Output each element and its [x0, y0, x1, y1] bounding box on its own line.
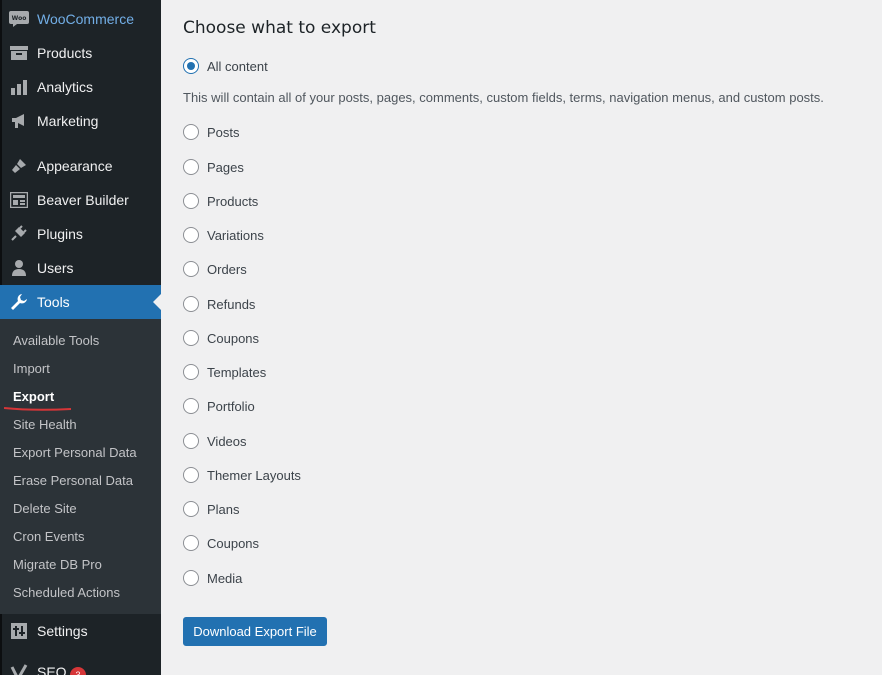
- red-underline-annotation: [4, 407, 71, 411]
- menu-label: SEO: [37, 664, 67, 675]
- radio-option-variations[interactable]: Variations: [183, 226, 264, 244]
- radio-button[interactable]: [183, 124, 199, 140]
- radio-button[interactable]: [183, 501, 199, 517]
- megaphone-icon: [9, 112, 29, 130]
- submenu-item-cron-events[interactable]: Cron Events: [13, 529, 85, 544]
- menu-label: Plugins: [37, 226, 83, 242]
- radio-option-posts[interactable]: Posts: [183, 123, 240, 141]
- menu-item-tools[interactable]: Tools: [0, 285, 161, 319]
- radio-option-media[interactable]: Media: [183, 569, 242, 587]
- radio-button[interactable]: [183, 398, 199, 414]
- radio-label: Plans: [207, 501, 240, 517]
- analytics-icon: [9, 78, 29, 96]
- submenu-item-export[interactable]: Export: [13, 389, 54, 404]
- user-icon: [9, 259, 29, 277]
- radio-button[interactable]: [183, 364, 199, 380]
- radio-label: Portfolio: [207, 398, 255, 414]
- radio-option-orders[interactable]: Orders: [183, 260, 247, 278]
- products-icon: [9, 44, 29, 62]
- radio-label: Orders: [207, 261, 247, 277]
- submenu-item-erase-personal-data[interactable]: Erase Personal Data: [13, 473, 133, 488]
- menu-item-marketing[interactable]: Marketing: [0, 104, 161, 138]
- menu-label: Appearance: [37, 158, 113, 174]
- menu-item-beaver-builder[interactable]: Beaver Builder: [0, 183, 161, 217]
- submenu-item-export-personal-data[interactable]: Export Personal Data: [13, 445, 137, 460]
- download-export-button[interactable]: Download Export File: [183, 617, 327, 646]
- admin-sidebar: Woo WooCommerce Products Analytics Marke…: [0, 0, 161, 675]
- submenu-item-scheduled-actions[interactable]: Scheduled Actions: [13, 585, 120, 600]
- radio-label: Templates: [207, 364, 267, 380]
- radio-label: Products: [207, 193, 259, 209]
- submenu-item-import[interactable]: Import: [13, 361, 50, 376]
- radio-option-themer-layouts[interactable]: Themer Layouts: [183, 466, 301, 484]
- menu-label: Products: [37, 45, 93, 61]
- main-content: Choose what to export All content This w…: [161, 0, 882, 675]
- radio-option-coupons[interactable]: Coupons: [183, 329, 259, 347]
- radio-button[interactable]: [183, 330, 199, 346]
- radio-button[interactable]: [183, 227, 199, 243]
- radio-label: Posts: [207, 124, 240, 140]
- menu-item-appearance[interactable]: Appearance: [0, 149, 161, 183]
- tools-submenu: Available Tools Import Export Site Healt…: [0, 319, 161, 614]
- radio-button[interactable]: [183, 433, 199, 449]
- menu-item-products[interactable]: Products: [0, 36, 161, 70]
- submenu-item-site-health[interactable]: Site Health: [13, 417, 77, 432]
- current-menu-arrow: [153, 294, 161, 310]
- submenu-item-available-tools[interactable]: Available Tools: [13, 333, 99, 348]
- menu-label: Marketing: [37, 113, 99, 129]
- radio-button[interactable]: [183, 570, 199, 586]
- radio-option-pages[interactable]: Pages: [183, 158, 244, 176]
- radio-label: Media: [207, 570, 243, 586]
- plug-icon: [9, 225, 29, 243]
- radio-label: Videos: [207, 433, 247, 449]
- radio-button[interactable]: [183, 467, 199, 483]
- radio-option-templates[interactable]: Templates: [183, 363, 266, 381]
- radio-button[interactable]: [183, 58, 199, 74]
- radio-label: Refunds: [207, 296, 256, 312]
- radio-option-products[interactable]: Products: [183, 192, 258, 210]
- woo-logo-text: Woo: [12, 15, 27, 22]
- page-title: Choose what to export: [183, 18, 376, 38]
- radio-label: Coupons: [207, 535, 260, 551]
- wrench-icon: [9, 293, 29, 311]
- woo-icon: Woo: [9, 10, 29, 28]
- radio-label: Themer Layouts: [207, 467, 301, 483]
- radio-option-all-content[interactable]: All content: [183, 57, 268, 75]
- menu-label: Analytics: [37, 79, 94, 95]
- menu-item-users[interactable]: Users: [0, 251, 161, 285]
- menu-item-analytics[interactable]: Analytics: [0, 70, 161, 104]
- radio-button[interactable]: [183, 261, 199, 277]
- radio-button[interactable]: [183, 535, 199, 551]
- radio-option-plans[interactable]: Plans: [183, 500, 240, 518]
- sliders-icon: [9, 622, 29, 640]
- seo-icon: [9, 663, 29, 675]
- radio-option-portfolio[interactable]: Portfolio: [183, 397, 255, 415]
- menu-label: Settings: [37, 623, 88, 639]
- radio-option-refunds[interactable]: Refunds: [183, 295, 255, 313]
- radio-button[interactable]: [183, 159, 199, 175]
- menu-item-plugins[interactable]: Plugins: [0, 217, 161, 251]
- menu-label: WooCommerce: [37, 11, 134, 27]
- menu-item-woocommerce[interactable]: Woo WooCommerce: [0, 2, 161, 36]
- menu-item-settings[interactable]: Settings: [0, 614, 161, 648]
- submenu-item-migrate-db-pro[interactable]: Migrate DB Pro: [13, 557, 102, 572]
- radio-label: Variations: [207, 227, 264, 243]
- radio-option-videos[interactable]: Videos: [183, 432, 247, 450]
- radio-button[interactable]: [183, 296, 199, 312]
- radio-label: Coupons: [207, 330, 260, 346]
- menu-label: Users: [37, 260, 74, 276]
- layout-icon: [9, 191, 29, 209]
- radio-option-coupons[interactable]: Coupons: [183, 534, 259, 552]
- radio-label: All content: [207, 58, 268, 74]
- menu-label: Tools: [37, 294, 70, 310]
- menu-label: Beaver Builder: [37, 192, 129, 208]
- all-content-description: This will contain all of your posts, pag…: [183, 90, 824, 105]
- paintbrush-icon: [9, 157, 29, 175]
- submenu-item-delete-site[interactable]: Delete Site: [13, 501, 77, 516]
- radio-button[interactable]: [183, 193, 199, 209]
- radio-label: Pages: [207, 159, 244, 175]
